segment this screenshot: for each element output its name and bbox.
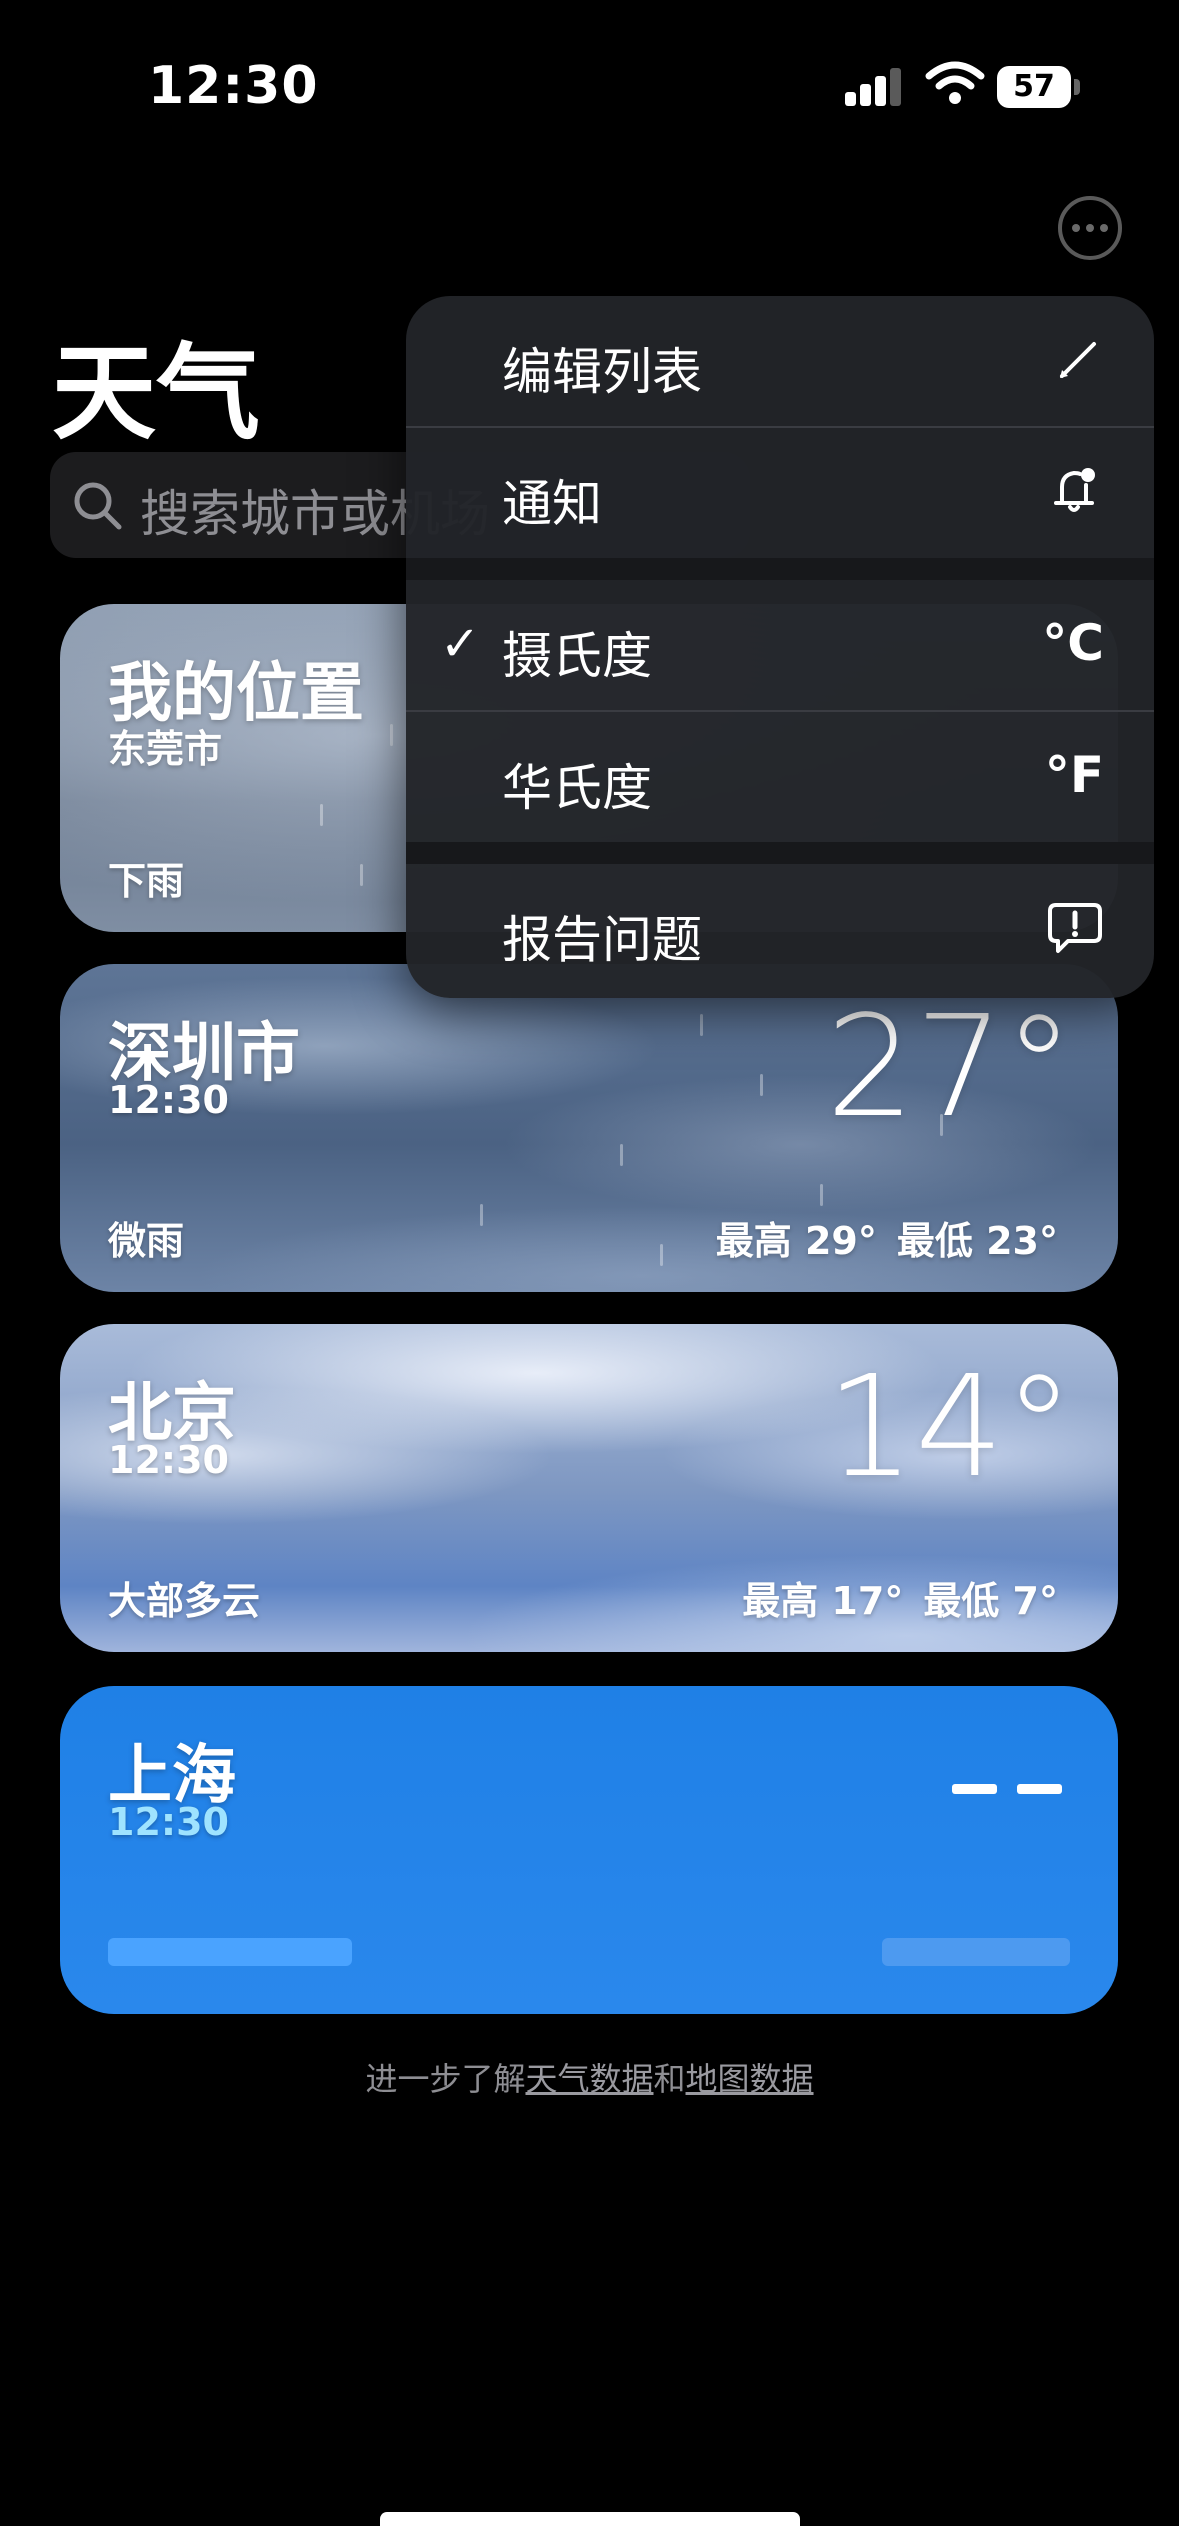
condition-placeholder <box>108 1938 352 1966</box>
weather-condition: 下雨 <box>108 859 185 903</box>
data-sources-footer: 进一步了解天气数据和地图数据 <box>365 2060 814 2098</box>
menu-item-report-issue[interactable]: 报告问题 <box>406 864 1154 994</box>
cellular-signal-icon <box>845 66 903 106</box>
city-time: 12:30 <box>108 1078 229 1122</box>
checkmark-icon: ✓ <box>440 616 481 672</box>
menu-item-fahrenheit[interactable]: 华氏度 °F <box>406 712 1154 842</box>
ellipsis-icon <box>1072 224 1080 232</box>
high-low-placeholder <box>882 1938 1070 1966</box>
home-indicator[interactable] <box>380 2512 800 2526</box>
low-temp: 最低 7° <box>923 1579 1058 1623</box>
weather-condition: 微雨 <box>108 1219 185 1263</box>
city-subtitle: 东莞市 <box>108 727 223 771</box>
temperature-placeholder <box>952 1784 1062 1794</box>
weather-card-shanghai[interactable]: 上海 12:30 <box>60 1686 1118 2014</box>
celsius-unit: °C <box>1042 614 1104 672</box>
menu-item-edit-list[interactable]: 编辑列表 <box>406 296 1154 426</box>
weather-condition: 大部多云 <box>108 1579 261 1623</box>
current-temperature: 14° <box>825 1346 1074 1509</box>
city-time: 12:30 <box>108 1800 229 1844</box>
high-temp: 最高 17° <box>742 1579 904 1623</box>
high-low-temperature: 最高 17° 最低 7° <box>722 1570 1058 1625</box>
high-temp: 最高 29° <box>715 1219 877 1263</box>
more-options-button[interactable] <box>1058 196 1122 260</box>
current-temperature: 27° <box>825 986 1074 1149</box>
page-title: 天气 <box>52 332 261 454</box>
low-temp: 最低 23° <box>896 1219 1058 1263</box>
menu-item-celsius[interactable]: ✓ 摄氏度 °C <box>406 580 1154 710</box>
high-low-temperature: 最高 29° 最低 23° <box>696 1210 1058 1265</box>
map-data-link[interactable]: 地图数据 <box>686 2060 814 2098</box>
search-icon <box>74 482 122 530</box>
pencil-icon <box>1042 328 1104 390</box>
battery-level: 57 <box>1013 69 1055 104</box>
fahrenheit-unit: °F <box>1044 746 1104 804</box>
menu-item-notifications[interactable]: 通知 <box>406 428 1154 558</box>
status-time: 12:30 <box>148 56 319 116</box>
more-options-menu: 编辑列表 通知 ✓ 摄氏度 °C 华氏度 °F 报告问题 <box>406 296 1154 998</box>
report-bubble-icon <box>1042 896 1104 958</box>
weather-card-shenzhen[interactable]: 深圳市 12:30 27° 微雨 最高 29° 最低 23° <box>60 964 1118 1292</box>
weather-data-link[interactable]: 天气数据 <box>525 2060 653 2098</box>
battery-icon: 57 <box>997 66 1081 108</box>
weather-card-beijing[interactable]: 北京 12:30 14° 大部多云 最高 17° 最低 7° <box>60 1324 1118 1652</box>
bell-badge-icon <box>1042 460 1104 522</box>
city-time: 12:30 <box>108 1438 229 1482</box>
wifi-icon <box>925 60 985 106</box>
